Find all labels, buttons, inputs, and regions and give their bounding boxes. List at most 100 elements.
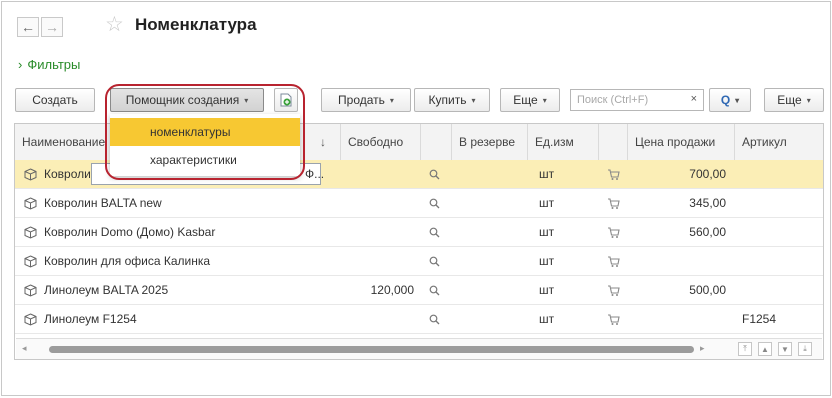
cell-free (341, 160, 414, 188)
column-label: В резерве (459, 135, 516, 149)
column-header-article[interactable]: Артикул (735, 124, 823, 160)
cart-icon[interactable] (607, 247, 627, 275)
table-row[interactable]: Линолеум F1254 шт F1254 (15, 305, 823, 334)
search-small-icon[interactable] (429, 160, 449, 188)
chevron-down-icon: ▾ (542, 95, 547, 105)
product-box-icon (24, 283, 37, 297)
more-label-2: Еще (777, 93, 802, 107)
search-input[interactable]: Поиск (Ctrl+F) × (570, 89, 704, 111)
cart-icon[interactable] (607, 189, 627, 217)
cell-reserve (457, 305, 525, 333)
item-name: Линолеум F1254 (44, 312, 137, 326)
cell-reserve (457, 160, 525, 188)
column-label: Артикул (742, 135, 787, 149)
cell-name: Линолеум F1254 (24, 305, 334, 333)
table-row[interactable]: Ковролин для офиса Калинка шт (15, 247, 823, 276)
sort-arrow-icon: ↓ (320, 135, 326, 149)
cell-name: Линолеум BALTA 2025 (24, 276, 334, 304)
chevron-down-icon: ▾ (806, 95, 811, 105)
cell-reserve (457, 276, 525, 304)
cart-icon-svg (608, 255, 620, 267)
search-small-icon[interactable] (429, 276, 449, 304)
table-row[interactable]: Ковролин Domo (Домо) Kasbar шт 560,00 (15, 218, 823, 247)
edit-field-text: Ф... (305, 167, 325, 181)
cart-icon[interactable] (607, 276, 627, 304)
column-header-free[interactable]: Свободно (341, 124, 421, 160)
clear-icon[interactable]: × (691, 93, 697, 105)
search-small-icon[interactable] (429, 189, 449, 217)
scroll-up-icon[interactable]: ▲ (758, 342, 772, 356)
cart-icon-svg (608, 313, 620, 325)
column-header-reserve[interactable]: В резерве (452, 124, 528, 160)
search-small-icon[interactable] (429, 247, 449, 275)
magnifier-icon (429, 227, 440, 237)
cell-unit: шт (539, 254, 555, 268)
forward-button[interactable]: → (41, 17, 63, 37)
cart-icon[interactable] (607, 305, 627, 333)
cell-unit: шт (539, 312, 555, 326)
item-name: Линолеум BALTA 2025 (44, 283, 169, 297)
cell-price: 500,00 (689, 283, 726, 297)
column-label: Наименование (22, 135, 106, 149)
back-button[interactable]: ← (17, 17, 39, 37)
column-label: Цена продажи (635, 135, 716, 149)
search-button[interactable]: Q ▾ (709, 88, 751, 112)
scroll-down-icon[interactable]: ▼ (778, 342, 792, 356)
item-name: Ковролин Domo (Домо) Kasbar (44, 225, 216, 239)
table-row[interactable]: Линолеум BALTA 2025 120,000 шт 500,00 (15, 276, 823, 305)
cell-article (742, 276, 822, 304)
chevron-right-icon: › (18, 57, 23, 72)
cell-name: Ковролин для офиса Калинка (24, 247, 334, 275)
cart-icon-svg (608, 197, 620, 209)
cart-icon[interactable] (607, 160, 627, 188)
buy-button[interactable]: Купить ▾ (414, 88, 490, 112)
cell-free (341, 305, 414, 333)
search-placeholder: Поиск (Ctrl+F) (577, 94, 649, 106)
create-document-button[interactable] (274, 88, 298, 112)
favorite-star-icon[interactable]: ☆ (105, 14, 124, 35)
search-small-icon[interactable] (429, 218, 449, 246)
cell-free (341, 218, 414, 246)
column-header-price[interactable]: Цена продажи (628, 124, 735, 160)
cell-article (742, 247, 822, 275)
chevron-down-icon: ▾ (389, 95, 394, 105)
cell-unit: шт (539, 196, 555, 210)
menu-item-nomenclature[interactable]: номенклатуры (110, 118, 300, 146)
page-title: Номенклатура (135, 15, 257, 34)
scroll-top-icon[interactable]: ⤒ (738, 342, 752, 356)
product-box-icon (24, 196, 37, 210)
scroll-bottom-icon[interactable]: ⤓ (798, 342, 812, 356)
more-button-2[interactable]: Еще ▾ (764, 88, 824, 112)
cell-price: 345,00 (689, 196, 726, 210)
menu-item-characteristics[interactable]: характеристики (110, 146, 300, 174)
filters-toggle[interactable]: › Фильтры (18, 57, 80, 72)
back-arrow-icon: ← (21, 19, 35, 35)
cart-icon-svg (608, 226, 620, 238)
magnifier-icon (429, 198, 440, 208)
more-button[interactable]: Еще ▾ (500, 88, 560, 112)
cell-article (742, 218, 822, 246)
table-row[interactable]: Ковролин BALTA new шт 345,00 (15, 189, 823, 218)
cart-icon[interactable] (607, 218, 627, 246)
creation-helper-button[interactable]: Помощник создания ▾ (110, 88, 264, 112)
cell-reserve (457, 189, 525, 217)
cell-unit: шт (539, 167, 555, 181)
scrollbar-thumb[interactable] (49, 346, 694, 353)
buy-label: Купить (428, 93, 467, 107)
search-small-icon[interactable] (429, 305, 449, 333)
chevron-down-icon: ▾ (471, 95, 476, 105)
scroll-right-icon[interactable]: ▸ (700, 343, 705, 354)
cart-icon-svg (608, 168, 620, 180)
forward-arrow-icon: → (45, 19, 59, 35)
sell-label: Продать (338, 93, 385, 107)
item-name: Ковролин BALTA new (44, 196, 162, 210)
column-header-cart (599, 124, 628, 160)
sell-button[interactable]: Продать ▾ (321, 88, 411, 112)
cell-price (628, 247, 726, 275)
product-box-icon (24, 312, 37, 326)
horizontal-scrollbar[interactable]: ◂ ▸ ⤒ ▲ ▼ ⤓ (16, 338, 822, 359)
create-button[interactable]: Создать (15, 88, 95, 112)
column-header-unit[interactable]: Ед.изм (528, 124, 599, 160)
scroll-left-icon[interactable]: ◂ (22, 343, 27, 354)
cell-unit: шт (539, 283, 555, 297)
